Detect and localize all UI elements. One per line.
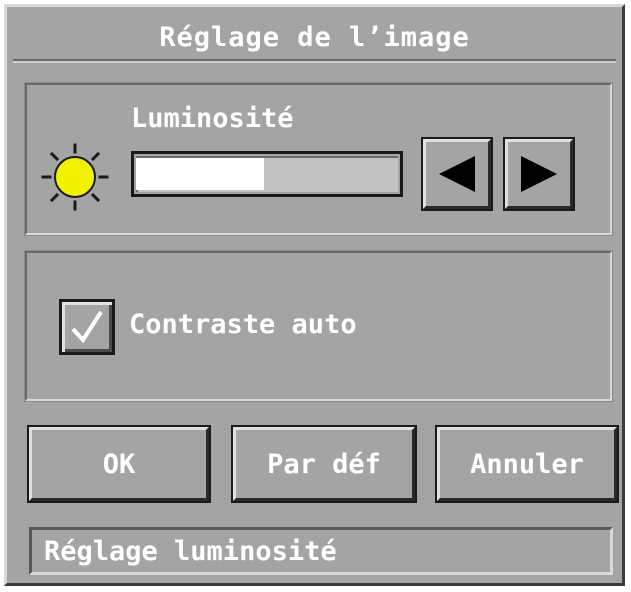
brightness-panel: Luminosité [24, 82, 613, 236]
status-bar: Réglage luminosité [29, 527, 613, 575]
brightness-decrease-button[interactable] [421, 137, 493, 211]
brightness-slider[interactable] [131, 151, 403, 197]
ok-button[interactable]: OK [27, 425, 211, 503]
slider-fill [136, 158, 264, 190]
auto-contrast-checkbox[interactable] [59, 299, 115, 355]
defaults-button[interactable]: Par déf [231, 425, 417, 503]
brightness-increase-button[interactable] [503, 137, 575, 211]
triangle-left-icon [439, 156, 475, 192]
image-settings-dialog: Réglage de l’image Luminosité Contraste … [4, 4, 625, 586]
auto-contrast-label[interactable]: Contraste auto [129, 309, 357, 340]
checkmark-icon [71, 310, 103, 344]
status-text: Réglage luminosité [44, 535, 337, 567]
dialog-title: Réglage de l’image [13, 15, 616, 61]
cancel-button[interactable]: Annuler [435, 425, 619, 503]
title-divider [13, 61, 616, 63]
triangle-right-icon [521, 156, 557, 192]
contrast-panel: Contraste auto [24, 250, 613, 402]
sun-icon [41, 143, 109, 211]
brightness-label: Luminosité [131, 103, 294, 134]
